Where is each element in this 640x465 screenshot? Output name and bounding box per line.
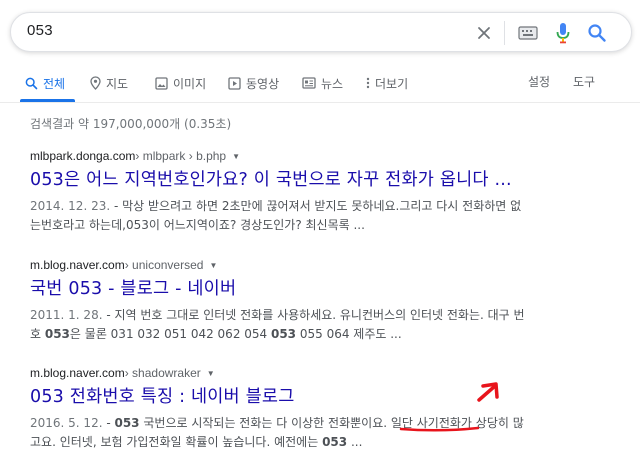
- annotation-arrow-icon: [477, 382, 499, 402]
- annotation-underline: [399, 426, 480, 432]
- annotation-overlay: [399, 382, 499, 432]
